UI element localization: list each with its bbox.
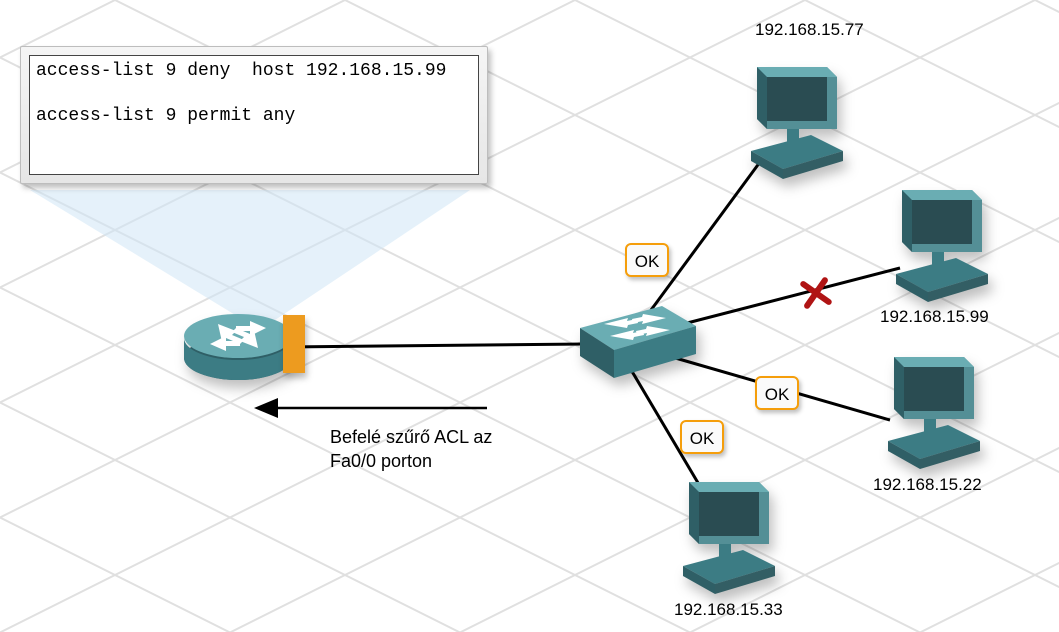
- acl-line-2: access-list 9 permit any: [36, 105, 472, 128]
- pc-icon-2: [878, 178, 1008, 308]
- pc-icon-1: [733, 55, 863, 185]
- acl-callout: access-list 9 deny host 192.168.15.99 ac…: [20, 46, 488, 184]
- status-ok-3: OK: [755, 376, 799, 410]
- status-ok-4: OK: [680, 420, 724, 454]
- acl-line-1: access-list 9 deny host 192.168.15.99: [36, 60, 472, 83]
- acl-port-marker: [283, 315, 305, 373]
- direction-arrow: [252, 393, 492, 428]
- acl-callout-frame: access-list 9 deny host 192.168.15.99 ac…: [20, 46, 488, 184]
- status-ok-1: OK: [625, 243, 669, 277]
- acl-config-text: access-list 9 deny host 192.168.15.99 ac…: [29, 55, 479, 175]
- router-icon: [178, 300, 298, 395]
- pc-icon-3: [870, 345, 1000, 475]
- switch-icon: [570, 300, 700, 390]
- deny-x-icon: [799, 276, 834, 311]
- diagram-stage: OK OK OK Befelé szűrő ACL az Fa0/0 porto…: [0, 0, 1059, 632]
- pc-icon-4: [665, 470, 795, 600]
